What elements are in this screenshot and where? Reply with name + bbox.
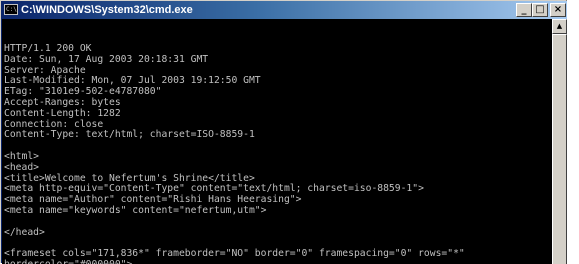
console-line: Content-Length: 1282 [4, 107, 121, 119]
console-line: Date: Sun, 17 Aug 2003 20:18:31 GMT [4, 53, 209, 65]
close-button[interactable]: × [550, 3, 566, 17]
vertical-scrollbar[interactable]: ▲ [552, 19, 567, 264]
console-line: </head> [4, 226, 45, 238]
minimize-button[interactable]: _ [516, 3, 532, 17]
console-line: Content-Type: text/html; charset=ISO-885… [4, 129, 255, 141]
maximize-button[interactable]: □ [532, 3, 548, 17]
console-icon[interactable]: C:\ [4, 4, 18, 15]
console-output[interactable]: HTTP/1.1 200 OK Date: Sun, 17 Aug 2003 20… [2, 19, 552, 264]
scroll-up-arrow-icon[interactable]: ▲ [552, 19, 567, 34]
console-line: <html> [4, 150, 39, 162]
scroll-thumb[interactable] [552, 34, 567, 264]
console-line: bordercolor="#000000"> [4, 259, 552, 264]
console-line: <head> [4, 161, 39, 173]
title-bar[interactable]: C:\ C:\WINDOWS\System32\cmd.exe _ □ × [1, 1, 567, 19]
console-line: <meta name="keywords" content="nefertum,… [4, 204, 267, 216]
window-title: C:\WINDOWS\System32\cmd.exe [21, 4, 193, 16]
console-window: C:\ C:\WINDOWS\System32\cmd.exe _ □ × HT… [0, 0, 567, 264]
